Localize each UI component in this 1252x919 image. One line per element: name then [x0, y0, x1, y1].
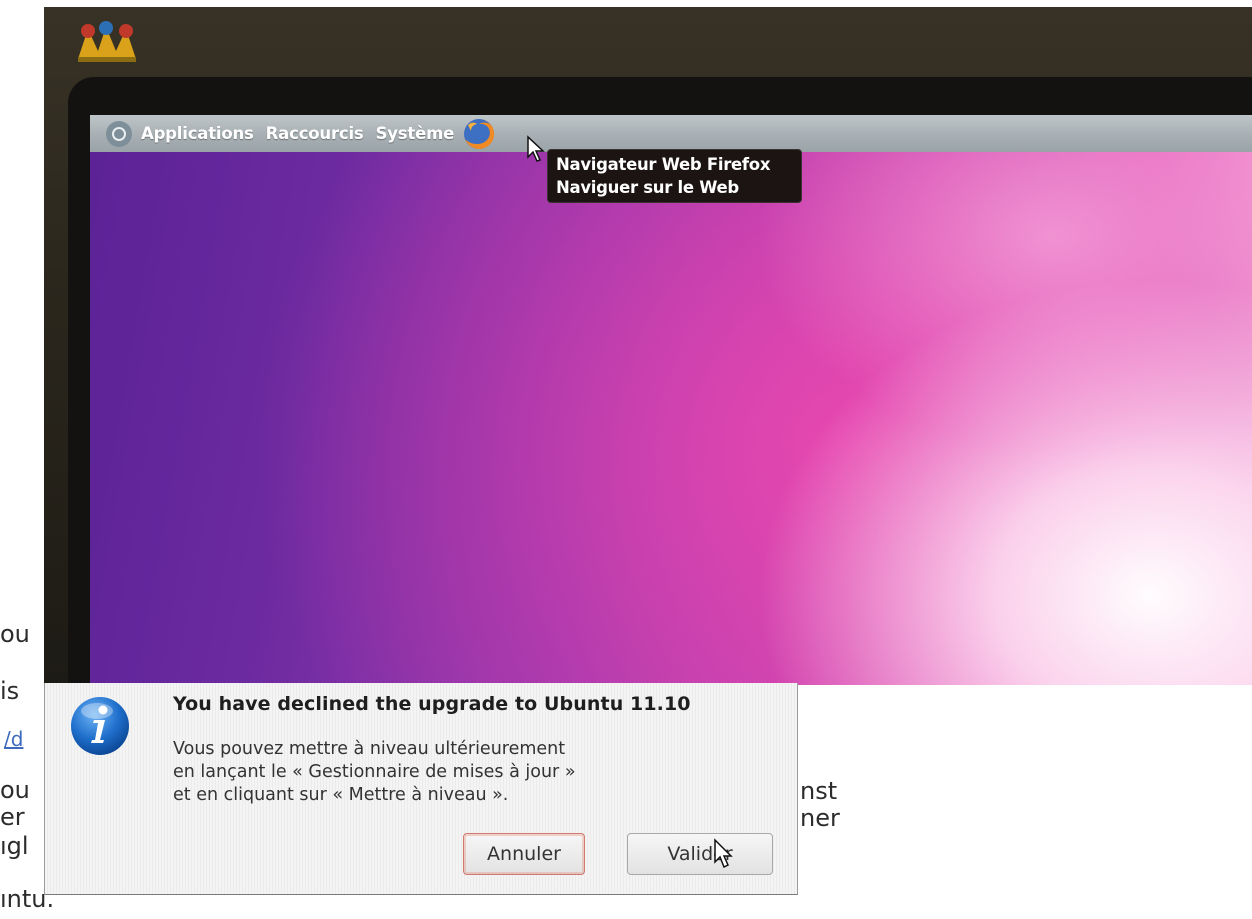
cancel-button[interactable]: Annuler	[463, 833, 585, 875]
firefox-icon[interactable]	[462, 117, 496, 151]
info-icon	[71, 697, 129, 755]
dialog-title: You have declined the upgrade to Ubuntu …	[173, 693, 691, 715]
doc-fragment: ou	[0, 776, 30, 804]
doc-link[interactable]: /d	[4, 727, 23, 751]
upgrade-declined-dialog: You have declined the upgrade to Ubuntu …	[44, 683, 798, 895]
menu-applications[interactable]: Applications	[141, 124, 254, 143]
brand-logo-icon	[78, 21, 136, 62]
dialog-message: Vous pouvez mettre à niveau ultérieureme…	[173, 739, 576, 805]
tooltip-subtitle: Naviguer sur le Web	[556, 178, 739, 197]
mouse-pointer-icon	[714, 838, 733, 869]
doc-fragment: ner	[800, 804, 840, 832]
tooltip-title: Navigateur Web Firefox	[556, 155, 771, 174]
doc-fragment: ıgl	[0, 832, 29, 860]
top-panel: Applications Raccourcis Système	[90, 115, 1252, 152]
menu-systeme[interactable]: Système	[376, 124, 455, 143]
firefox-tooltip: Navigateur Web Firefox Naviguer sur le W…	[547, 149, 802, 203]
desktop-screen: Applications Raccourcis Système Navigate…	[90, 115, 1252, 685]
ok-button[interactable]: Valider	[627, 833, 773, 875]
menu-raccourcis[interactable]: Raccourcis	[266, 124, 364, 143]
mouse-pointer-icon	[527, 135, 545, 162]
doc-fragment: ou	[0, 620, 30, 648]
doc-fragment: is	[0, 677, 20, 705]
monitor-photo: Applications Raccourcis Système Navigate…	[44, 7, 1252, 685]
doc-fragment: nst	[800, 777, 838, 805]
doc-fragment: er	[0, 803, 25, 831]
ubuntu-logo-icon[interactable]	[106, 120, 132, 147]
